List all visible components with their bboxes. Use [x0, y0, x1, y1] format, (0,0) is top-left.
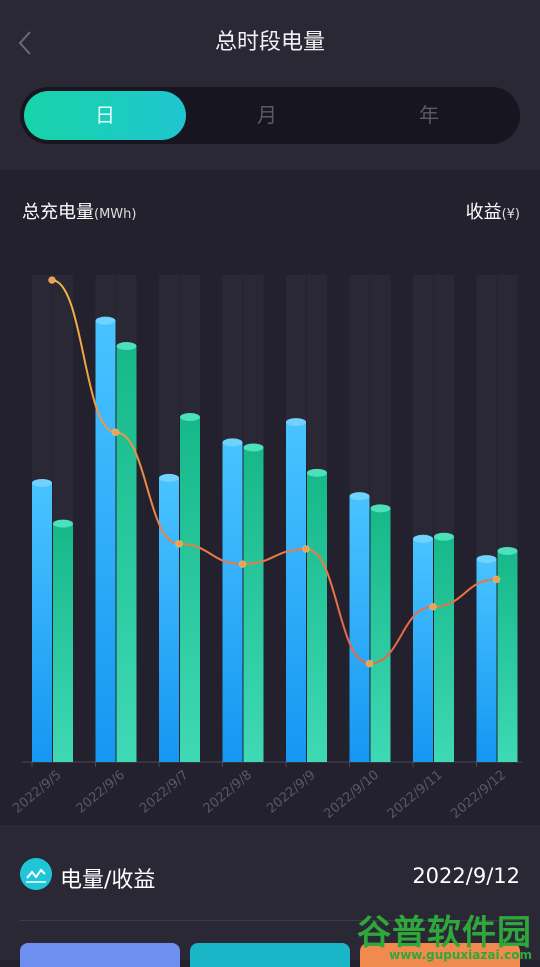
line-chart-icon	[26, 868, 46, 883]
x-tick-label: 2022/9/7	[137, 768, 191, 817]
top-bar	[0, 0, 540, 170]
left-axis-title: 总充电量(MWh)	[22, 198, 136, 224]
bar	[370, 508, 391, 762]
right-axis-label: 收益	[465, 202, 502, 223]
bar-cap	[370, 504, 391, 513]
bar-cap	[413, 534, 433, 543]
bar-cap	[95, 316, 116, 325]
x-tick-label: 2022/9/11	[385, 768, 446, 822]
stat-card-1[interactable]	[20, 943, 180, 967]
energy-revenue-chart: 2022/9/5 2022/9/6 2022/9/7 2022/9/8 2022/9/9…	[10, 275, 522, 822]
left-axis-unit: (MWh)	[94, 207, 137, 222]
bar-cap	[497, 546, 518, 555]
bar-cap	[434, 532, 454, 541]
bar	[116, 346, 137, 762]
bar	[222, 442, 243, 762]
bar	[159, 477, 179, 762]
bar-cap	[222, 438, 243, 447]
bar-cap	[349, 492, 370, 501]
x-tick-label: 2022/9/6	[74, 768, 128, 817]
bar-cap	[307, 468, 327, 477]
bar-cap	[286, 418, 306, 427]
revenue-point	[492, 575, 501, 584]
summary-icon-wrap	[20, 858, 52, 890]
bar	[95, 320, 116, 762]
bar	[413, 538, 433, 762]
summary-title: 电量/收益	[60, 868, 156, 893]
x-tick-label: 2022/9/10	[321, 768, 382, 822]
x-tick-label: 2022/9/9	[264, 768, 318, 817]
bar	[476, 559, 497, 762]
bar	[243, 447, 264, 762]
bar-cap	[32, 478, 52, 487]
revenue-point	[302, 544, 310, 553]
bar	[497, 550, 518, 762]
stat-card-2[interactable]	[190, 943, 350, 967]
revenue-point	[175, 539, 183, 548]
bar	[349, 496, 370, 762]
x-tick-label: 2022/9/5	[10, 768, 64, 817]
bar	[307, 472, 327, 762]
bar	[53, 523, 73, 762]
bar	[180, 417, 200, 762]
revenue-point	[429, 602, 437, 611]
right-axis-unit: (¥)	[501, 207, 520, 222]
bar	[32, 482, 52, 762]
revenue-point	[48, 276, 56, 285]
watermark: 谷普软件园 www.gupuxiazai.com	[357, 905, 532, 962]
left-axis-label: 总充电量	[22, 202, 94, 223]
bar-cap	[476, 555, 497, 564]
bar-cap	[180, 413, 200, 422]
page-title: 总时段电量	[214, 30, 325, 55]
revenue-point	[111, 428, 120, 437]
bar-cap	[53, 519, 73, 528]
bar	[434, 536, 454, 762]
x-tick-label: 2022/9/12	[448, 768, 509, 822]
revenue-point	[365, 659, 374, 668]
tab-year[interactable]: 年	[348, 91, 510, 140]
watermark-text: 谷普软件园	[357, 913, 532, 953]
bar-cap	[159, 473, 179, 482]
tab-month[interactable]: 月	[186, 91, 348, 140]
x-tick-label: 2022/9/8	[201, 768, 255, 817]
bar-cap	[243, 443, 264, 452]
tab-day[interactable]: 日	[24, 91, 186, 140]
bar-cap	[116, 342, 137, 351]
bar	[286, 422, 306, 762]
right-axis-title: 收益(¥)	[466, 198, 520, 224]
summary-date[interactable]: 2022/9/12	[412, 864, 520, 888]
period-tabs: 日 月 年	[20, 87, 520, 144]
revenue-point	[238, 560, 247, 569]
